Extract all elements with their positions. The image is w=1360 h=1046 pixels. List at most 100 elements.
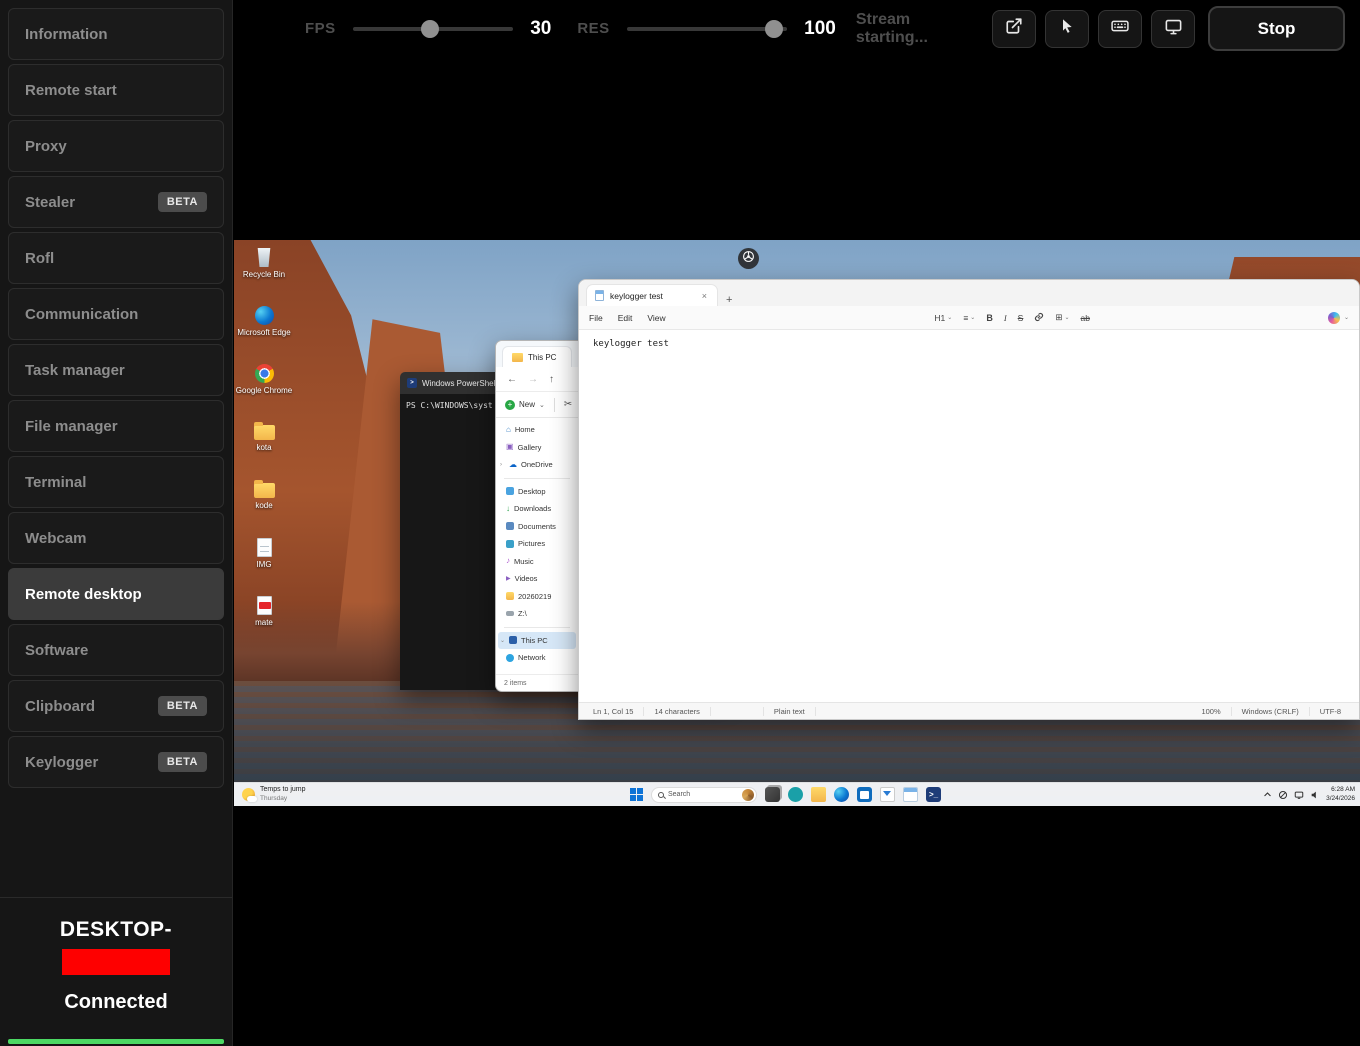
sidebar-item-terminal[interactable]: Terminal: [8, 456, 224, 508]
sidebar-item-label: Remote start: [25, 82, 117, 99]
back-icon[interactable]: ←: [507, 374, 517, 385]
list-button[interactable]: ≡⌄: [963, 313, 975, 323]
powershell-app-icon[interactable]: >_: [926, 787, 941, 802]
notepad-app-icon[interactable]: [903, 787, 918, 802]
notepad-tab[interactable]: keylogger test ×: [586, 284, 718, 306]
nav-label: Pictures: [518, 539, 545, 548]
nav-item-folder-20260219[interactable]: 20260219: [498, 588, 576, 606]
nav-item-downloads[interactable]: ↓Downloads: [498, 500, 576, 518]
cut-icon[interactable]: ✂: [564, 399, 572, 410]
up-icon[interactable]: ↑: [549, 374, 554, 385]
nav-item-onedrive[interactable]: ›☁OneDrive: [498, 456, 576, 474]
sidebar-item-remote-start[interactable]: Remote start: [8, 64, 224, 116]
nav-item-desktop[interactable]: Desktop: [498, 483, 576, 501]
store-app-icon[interactable]: [857, 787, 872, 802]
close-tab-icon[interactable]: ×: [700, 291, 709, 301]
start-button[interactable]: [630, 788, 643, 801]
nav-item-pictures[interactable]: Pictures: [498, 535, 576, 553]
italic-button[interactable]: I: [1004, 313, 1007, 323]
taskbar-clock[interactable]: 6:28 AM 3/24/2026: [1326, 786, 1355, 803]
desktop-icon-document[interactable]: IMG: [242, 534, 286, 592]
remote-desktop-stream[interactable]: Recycle Bin Microsoft Edge Google Chrome…: [234, 240, 1360, 806]
sidebar-item-rofl[interactable]: Rofl: [8, 232, 224, 284]
menu-view[interactable]: View: [647, 313, 665, 323]
videos-icon: ▶: [506, 575, 511, 583]
nav-item-this-pc[interactable]: ⌄This PC: [498, 632, 576, 650]
sidebar-item-keylogger[interactable]: KeyloggerBETA: [8, 736, 224, 788]
desktop-icon-edge[interactable]: Microsoft Edge: [242, 302, 286, 360]
music-icon: ♪: [506, 557, 510, 565]
zoom-level[interactable]: 100%: [1191, 707, 1231, 716]
link-icon: [1034, 312, 1044, 324]
chevron-down-icon: ⌄: [1344, 314, 1349, 321]
search-icon: [658, 792, 664, 798]
strikethrough-button[interactable]: S: [1018, 313, 1024, 323]
sidebar-item-information[interactable]: Information: [8, 8, 224, 60]
nav-item-documents[interactable]: Documents: [498, 518, 576, 536]
sidebar-item-clipboard[interactable]: ClipboardBETA: [8, 680, 224, 732]
sidebar-item-task-manager[interactable]: Task manager: [8, 344, 224, 396]
notepad-editor[interactable]: keylogger test: [579, 331, 1359, 702]
table-button[interactable]: ⊞⌄: [1055, 312, 1069, 323]
sidebar-item-software[interactable]: Software: [8, 624, 224, 676]
menu-file[interactable]: File: [589, 313, 603, 323]
sidebar-item-label: Remote desktop: [25, 586, 142, 603]
network-off-icon[interactable]: [1278, 790, 1288, 800]
divider: [504, 627, 570, 628]
file-explorer-app-icon[interactable]: [811, 787, 826, 802]
people-app-icon[interactable]: [788, 787, 803, 802]
nav-item-music[interactable]: ♪Music: [498, 553, 576, 571]
explorer-tab[interactable]: This PC: [502, 346, 572, 367]
notepad-window[interactable]: keylogger test × + File Edit View H1⌄ ≡⌄…: [578, 279, 1360, 720]
nav-item-drive-z[interactable]: Z:\: [498, 605, 576, 623]
tray-chevron-up-icon[interactable]: [1263, 790, 1272, 799]
menu-edit[interactable]: Edit: [618, 313, 633, 323]
nav-label: Gallery: [518, 443, 542, 452]
sidebar-item-file-manager[interactable]: File manager: [8, 400, 224, 452]
notepad-titlebar[interactable]: keylogger test × +: [579, 280, 1359, 306]
sidebar-item-proxy[interactable]: Proxy: [8, 120, 224, 172]
edge-app-icon[interactable]: [834, 787, 849, 802]
pointer-control-button[interactable]: [1045, 10, 1089, 48]
copilot-button[interactable]: ⌄: [1328, 312, 1349, 324]
taskbar-search[interactable]: Search: [651, 787, 757, 803]
desktop-icon-recycle-bin[interactable]: Recycle Bin: [242, 244, 286, 302]
sidebar-item-remote-desktop[interactable]: Remote desktop: [8, 568, 224, 620]
fps-slider-thumb[interactable]: [421, 20, 439, 38]
task-view-button[interactable]: [765, 787, 780, 802]
desktop-icon-folder-2[interactable]: kode: [242, 476, 286, 534]
bold-button[interactable]: B: [986, 313, 993, 323]
nav-item-gallery[interactable]: ▣Gallery: [498, 439, 576, 457]
fps-value: 30: [530, 18, 551, 40]
nav-label: 20260219: [518, 592, 551, 601]
desktop-icon-folder-1[interactable]: kota: [242, 418, 286, 476]
mail-app-icon[interactable]: [880, 787, 895, 802]
desktop-icon-chrome[interactable]: Google Chrome: [242, 360, 286, 418]
nav-item-videos[interactable]: ▶Videos: [498, 570, 576, 588]
nav-item-network[interactable]: Network: [498, 649, 576, 667]
open-external-button[interactable]: [992, 10, 1036, 48]
clear-formatting-button[interactable]: ab: [1081, 313, 1090, 323]
display-icon[interactable]: [1294, 790, 1304, 800]
sidebar-item-webcam[interactable]: Webcam: [8, 512, 224, 564]
link-button[interactable]: [1034, 312, 1044, 324]
sidebar-item-communication[interactable]: Communication: [8, 288, 224, 340]
chrome-icon: [255, 364, 274, 383]
new-tab-icon[interactable]: +: [726, 294, 732, 306]
fps-slider[interactable]: [353, 27, 514, 31]
stop-button[interactable]: Stop: [1208, 6, 1345, 51]
sidebar-item-stealer[interactable]: StealerBETA: [8, 176, 224, 228]
desktop-icon-pdf[interactable]: mate: [242, 592, 286, 650]
monitor-select-button[interactable]: [1151, 10, 1195, 48]
res-slider-thumb[interactable]: [765, 20, 783, 38]
nav-label: OneDrive: [521, 460, 553, 469]
keyboard-control-button[interactable]: [1098, 10, 1142, 48]
nav-label: Network: [518, 653, 546, 662]
volume-icon[interactable]: [1310, 790, 1320, 800]
heading-button[interactable]: H1⌄: [934, 313, 952, 323]
res-slider[interactable]: [627, 27, 788, 31]
forward-icon[interactable]: →: [528, 374, 538, 385]
new-item-button[interactable]: + New ⌄: [505, 400, 545, 410]
nav-item-home[interactable]: ⌂Home: [498, 421, 576, 439]
weather-widget[interactable]: Temps to jump Thursday: [242, 783, 306, 806]
